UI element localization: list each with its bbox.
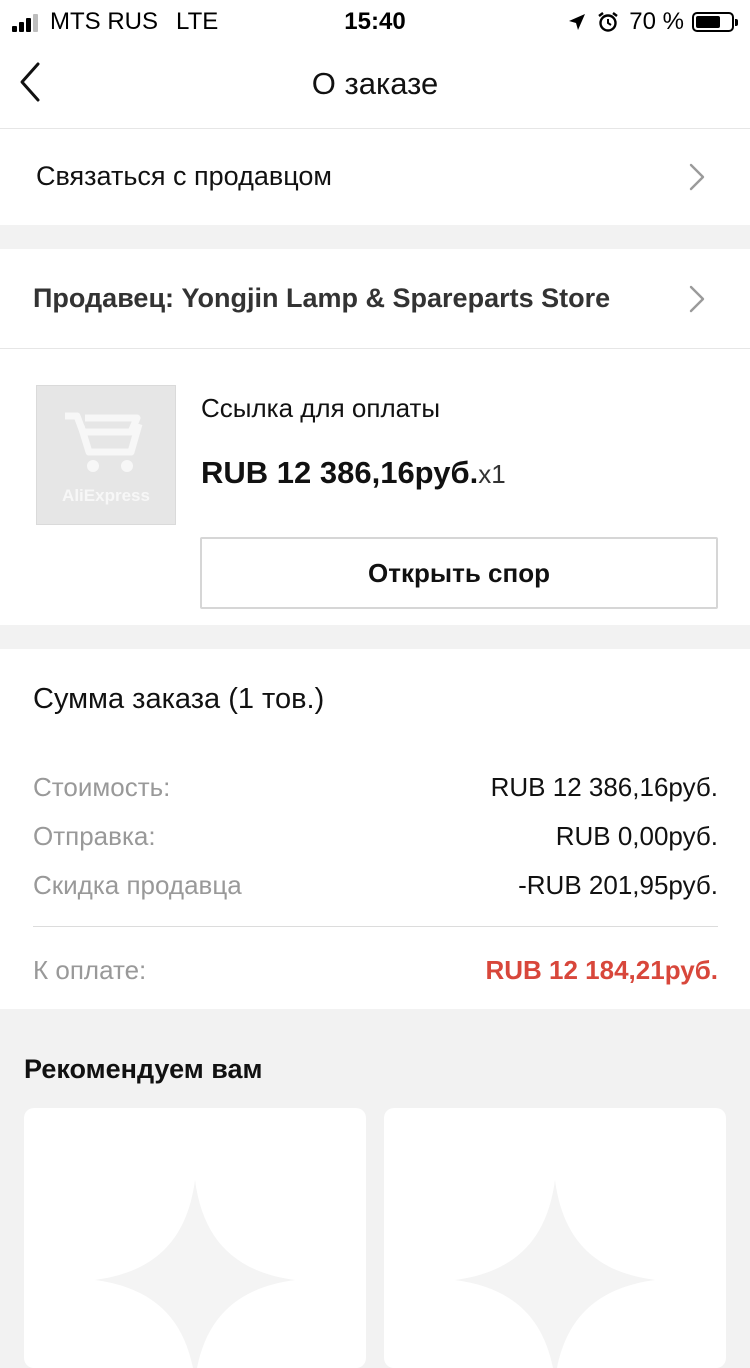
battery-fill xyxy=(696,16,720,28)
product-price: RUB 12 386,16руб. xyxy=(201,455,479,490)
contact-seller-label: Связаться с продавцом xyxy=(36,161,332,191)
open-dispute-button[interactable]: Открыть спор xyxy=(200,537,718,609)
status-right: 70 % xyxy=(567,8,738,36)
recommend-card[interactable] xyxy=(24,1108,366,1368)
alarm-icon xyxy=(598,12,619,32)
product-item: AliExpress Ссылка для оплаты RUB 12 386,… xyxy=(0,349,750,625)
page-title: О заказе xyxy=(311,66,439,101)
summary-line-label: Отправка: xyxy=(33,821,156,851)
contact-seller-row[interactable]: Связаться с продавцом xyxy=(0,129,750,225)
location-arrow-icon xyxy=(569,14,586,30)
shopping-cart-icon xyxy=(65,412,143,472)
total-value: RUB 12 184,21руб. xyxy=(485,955,718,985)
battery-icon xyxy=(692,12,738,32)
summary-line-label: Скидка продавца xyxy=(33,870,242,900)
product-image-brand: AliExpress xyxy=(62,486,150,505)
product-title: Ссылка для оплаты xyxy=(201,393,441,423)
chevron-right-icon xyxy=(689,285,705,313)
product-image[interactable]: AliExpress xyxy=(36,385,176,525)
seller-row[interactable]: Продавец: Yongjin Lamp & Spareparts Stor… xyxy=(0,249,750,349)
product-quantity: x1 xyxy=(478,459,506,489)
battery-percent: 70 % xyxy=(629,8,684,35)
summary-line-label: Стоимость: xyxy=(33,772,171,802)
product-price-line: RUB 12 386,16руб.x1 xyxy=(201,455,506,491)
seller-name: Продавец: Yongjin Lamp & Spareparts Stor… xyxy=(33,283,611,313)
summary-line-value: RUB 12 386,16руб. xyxy=(490,772,718,802)
nav-bar: О заказе xyxy=(0,40,750,129)
summary-title: Сумма заказа (1 тов.) xyxy=(33,683,325,715)
summary-line-value: RUB 0,00руб. xyxy=(555,821,718,851)
total-label: К оплате: xyxy=(33,955,147,985)
recommend-title: Рекомендуем вам xyxy=(24,1054,263,1084)
order-summary: Сумма заказа (1 тов.) Стоимость: RUB 12 … xyxy=(0,649,750,1009)
sparkle-placeholder-icon xyxy=(95,1180,295,1368)
chevron-right-icon xyxy=(689,163,705,191)
summary-line-value: -RUB 201,95руб. xyxy=(518,870,718,900)
recommend-card[interactable] xyxy=(384,1108,726,1368)
sparkle-placeholder-icon xyxy=(455,1180,655,1368)
status-bar: MTS RUS LTE 15:40 70 % xyxy=(0,0,750,40)
summary-divider xyxy=(33,926,718,927)
